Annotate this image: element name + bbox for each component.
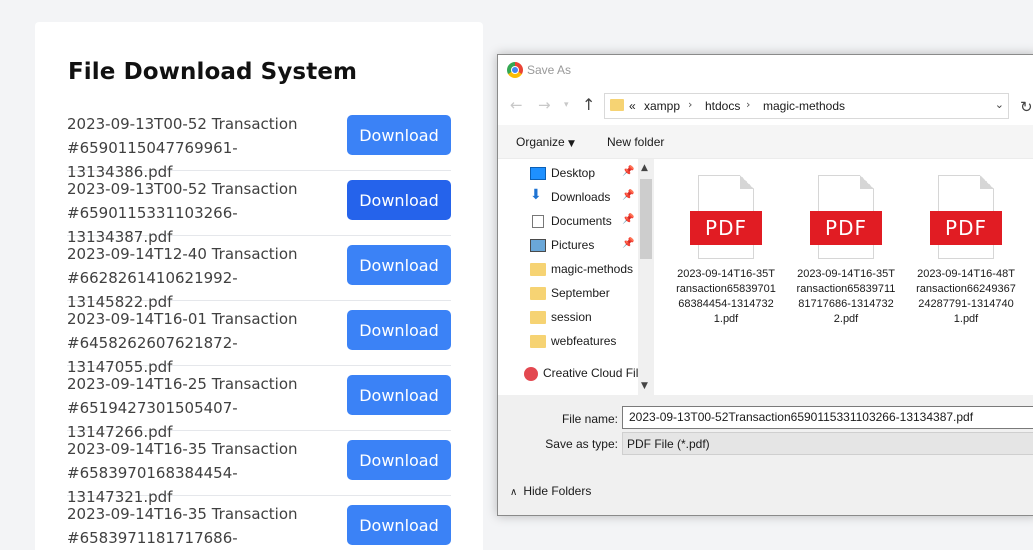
pdf-badge: PDF — [930, 211, 1002, 245]
nav-item-magic-methods[interactable]: magic-methods — [498, 258, 638, 282]
new-folder-button[interactable]: New folder — [607, 135, 664, 149]
scroll-up-icon[interactable]: ▲ — [641, 163, 648, 173]
pin-icon: 📌 — [622, 238, 635, 249]
nav-item-desktop[interactable]: Desktop 📌 — [498, 162, 638, 186]
nav-item-label: Desktop — [551, 166, 596, 180]
pictures-icon — [530, 239, 546, 252]
save-as-dialog: Save As ← → ▾ ↑ « xampp › htdocs › magic… — [497, 54, 1033, 516]
chevron-right-icon[interactable]: › — [688, 98, 692, 111]
nav-item-label: magic-methods — [551, 262, 634, 276]
file-name-label: File name: — [561, 412, 618, 426]
nav-item-session[interactable]: session — [498, 306, 638, 330]
folder-icon — [530, 263, 546, 276]
nav-item-creative-cloud[interactable]: Creative Cloud Fil — [498, 362, 638, 386]
download-button[interactable]: Download — [347, 245, 451, 285]
pdf-badge: PDF — [810, 211, 882, 245]
pdf-badge: PDF — [690, 211, 762, 245]
up-arrow-icon[interactable]: ↑ — [582, 95, 595, 114]
download-button[interactable]: Download — [347, 180, 451, 220]
pin-icon: 📌 — [622, 166, 635, 177]
save-type-label: Save as type: — [545, 437, 618, 451]
download-button[interactable]: Download — [347, 375, 451, 415]
file-row: 2023-09-13T00-52 Transaction #65901153311… — [67, 171, 451, 246]
file-row: 2023-09-14T12-40 Transaction #66282614106… — [67, 236, 451, 311]
hide-folders-button[interactable]: ∧ Hide Folders — [510, 484, 591, 498]
dialog-title: Save As — [527, 63, 572, 77]
nav-item-label: Creative Cloud Fil — [543, 366, 639, 380]
nav-item-september[interactable]: September — [498, 282, 638, 306]
file-item-name: 2023-09-14T16-35Transaction6583970168384… — [676, 268, 776, 325]
file-name: 2023-09-14T16-35 Transaction #65839711817… — [67, 505, 298, 547]
chrome-icon — [507, 62, 523, 78]
file-row: 2023-09-13T00-52 Transaction #65901150477… — [67, 106, 451, 181]
hide-folders-label: Hide Folders — [523, 484, 592, 498]
dialog-toolbar: Organize ▼ New folder — [498, 125, 1033, 159]
nav-item-label: September — [551, 286, 610, 300]
organize-menu[interactable]: Organize ▼ — [516, 135, 575, 149]
download-button[interactable]: Download — [347, 310, 451, 350]
breadcrumb-magic-methods[interactable]: magic-methods — [763, 99, 845, 113]
file-row: 2023-09-14T16-01 Transaction #64582626076… — [67, 301, 451, 376]
file-view: PDF 2023-09-14T16-35Transaction658397016… — [654, 159, 1033, 395]
file-list: 2023-09-13T00-52 Transaction #65901150477… — [67, 106, 451, 550]
desktop-icon — [530, 167, 546, 180]
nav-pane-scrollbar[interactable]: ▲ ▼ — [638, 159, 654, 395]
folder-icon — [530, 287, 546, 300]
nav-item-label: webfeatures — [551, 334, 617, 348]
navigation-pane: Desktop 📌 ⬇ Downloads 📌 Documents 📌 Pict… — [498, 159, 654, 395]
scrollbar-thumb[interactable] — [640, 179, 652, 259]
scroll-down-icon[interactable]: ▼ — [641, 381, 648, 391]
recent-locations-chevron-icon[interactable]: ▾ — [564, 100, 569, 110]
download-button[interactable]: Download — [347, 505, 451, 545]
save-type-select[interactable]: PDF File (*.pdf) — [622, 432, 1033, 455]
back-arrow-icon[interactable]: ← — [510, 96, 523, 114]
nav-item-documents[interactable]: Documents 📌 — [498, 210, 638, 234]
downloads-icon: ⬇ — [530, 187, 542, 203]
breadcrumb-overflow[interactable]: « — [629, 99, 636, 113]
nav-item-webfeatures[interactable]: webfeatures — [498, 330, 638, 354]
address-bar[interactable]: « xampp › htdocs › magic-methods ⌄ — [604, 93, 1009, 119]
download-button[interactable]: Download — [347, 115, 451, 155]
file-item-name: 2023-09-14T16-48Transaction6624936724287… — [916, 268, 1016, 325]
file-row: 2023-09-14T16-35 Transaction #65839711817… — [67, 496, 451, 550]
creative-cloud-icon — [524, 367, 538, 381]
navigation-bar: ← → ▾ ↑ « xampp › htdocs › magic-methods… — [498, 86, 1033, 125]
file-item-name: 2023-09-14T16-35Transaction6583971181717… — [796, 268, 896, 325]
file-row: 2023-09-14T16-35 Transaction #65839701683… — [67, 431, 451, 506]
nav-item-label: Pictures — [551, 238, 595, 252]
nav-item-downloads[interactable]: ⬇ Downloads 📌 — [498, 186, 638, 210]
chevron-right-icon[interactable]: › — [746, 98, 750, 111]
folder-icon — [610, 99, 624, 111]
refresh-icon[interactable]: ↻ — [1020, 98, 1033, 116]
nav-item-pictures[interactable]: Pictures 📌 — [498, 234, 638, 258]
chevron-up-icon: ∧ — [510, 487, 518, 498]
file-name-field[interactable]: 2023-09-13T00-52Transaction6590115331103… — [622, 406, 1033, 429]
folder-icon — [530, 311, 546, 324]
nav-item-label: session — [551, 310, 592, 324]
page-title: File Download System — [68, 59, 358, 85]
dialog-titlebar[interactable]: Save As — [498, 55, 1033, 86]
download-button[interactable]: Download — [347, 440, 451, 480]
chevron-down-icon[interactable]: ⌄ — [995, 98, 1004, 111]
forward-arrow-icon[interactable]: → — [538, 96, 551, 114]
save-form: File name: 2023-09-13T00-52Transaction65… — [498, 395, 1033, 515]
pin-icon: 📌 — [622, 190, 635, 201]
breadcrumb-xampp[interactable]: xampp — [644, 99, 680, 113]
documents-icon — [532, 215, 544, 228]
breadcrumb-htdocs[interactable]: htdocs — [705, 99, 740, 113]
download-card: File Download System 2023-09-13T00-52 Tr… — [35, 22, 483, 550]
file-row: 2023-09-14T16-25 Transaction #65194273015… — [67, 366, 451, 441]
nav-item-label: Downloads — [551, 190, 611, 204]
chevron-down-icon: ▼ — [568, 139, 575, 149]
nav-item-label: Documents — [551, 214, 612, 228]
folder-icon — [530, 335, 546, 348]
pin-icon: 📌 — [622, 214, 635, 225]
